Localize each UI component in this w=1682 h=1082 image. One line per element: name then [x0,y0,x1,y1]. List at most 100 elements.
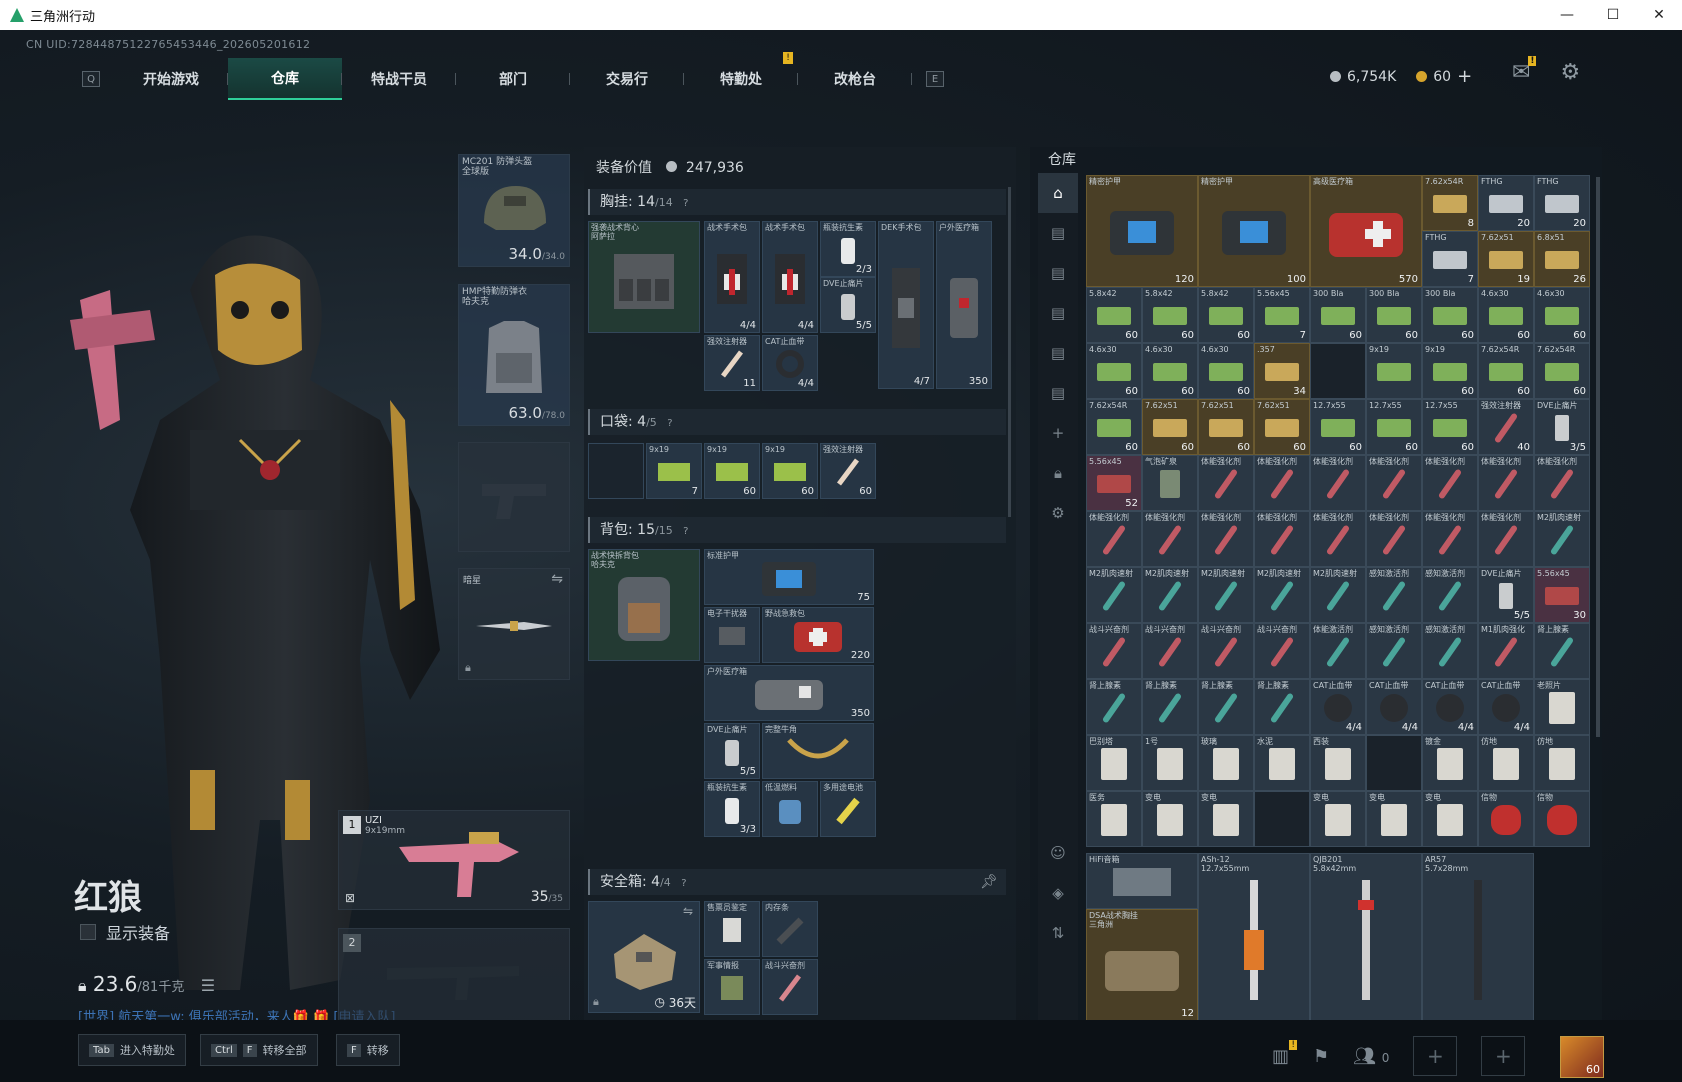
layers-icon[interactable]: ◈ [1038,873,1078,913]
warehouse-item[interactable]: 体能强化剂 [1478,511,1534,567]
warehouse-item[interactable]: 玻璃 [1198,735,1254,791]
storage-tab-icon[interactable]: ▤ [1038,213,1078,253]
warehouse-item[interactable]: 7.62x54R 60 [1086,399,1142,455]
warehouse-item[interactable]: 气泡矿泉 [1142,455,1198,511]
add-currency-button[interactable]: + [1457,66,1472,87]
warehouse-item[interactable]: M2肌肉速射 [1086,567,1142,623]
warehouse-item[interactable]: 西装 [1310,735,1366,791]
chest-item[interactable]: 战术手术包 4/4 [704,221,760,333]
warehouse-item[interactable]: 高级医疗箱 570 [1310,175,1422,287]
pocket-empty-slot[interactable] [588,443,644,499]
backpack-item[interactable]: 户外医疗箱 350 [704,665,874,721]
warehouse-item[interactable]: 7.62x54R 60 [1534,343,1590,399]
warehouse-item[interactable]: 7.62x51 19 [1478,231,1534,287]
primary-weapon-slot[interactable]: 1 UZI 9x19mm 35/35 ⊠ [338,810,570,910]
safebox-slot[interactable]: ⇋ 🔒︎ ◷ 36天 [588,901,700,1013]
warehouse-item[interactable]: FTHG 20 [1478,175,1534,231]
pin-icon[interactable]: 📌︎ [980,869,998,895]
chest-item[interactable]: DEK手术包 4/7 [878,221,934,389]
warehouse-empty-slot[interactable] [1310,343,1366,399]
warehouse-item[interactable]: 5.8x42 60 [1142,287,1198,343]
equipment-scrollbar[interactable] [1008,187,1011,517]
warehouse-item[interactable]: 感知激活剂 [1366,567,1422,623]
backpack-item[interactable]: DVE止痛片 5/5 [704,723,760,779]
armor-slot[interactable]: HMP特勤防弹衣 哈夫克 63.0/78.0 [458,284,570,426]
warehouse-item[interactable]: 强效注射器 40 [1478,399,1534,455]
chest-item[interactable]: DVE止痛片 5/5 [820,277,876,333]
safebox-item[interactable]: 售票员鉴定 [704,901,760,957]
help-icon[interactable]: ? [683,198,688,209]
warehouse-item[interactable]: 6.8x51 26 [1534,231,1590,287]
safebox-item[interactable]: 内存条 [762,901,818,957]
warehouse-item[interactable]: 7.62x51 60 [1254,399,1310,455]
storage-tab-icon[interactable]: ▤ [1038,293,1078,333]
chest-item[interactable]: 瓶装抗生素 2/3 [820,221,876,277]
safebox-item[interactable]: 战斗兴奋剂 [762,959,818,1015]
operator-icon[interactable]: ☺ [1038,833,1078,873]
backpack-item[interactable]: 多用途电池 [820,781,876,837]
chest-item[interactable]: CAT止血带 4/4 [762,335,818,391]
warehouse-item[interactable]: 镀金 [1422,735,1478,791]
warehouse-item[interactable]: 体能强化剂 [1366,455,1422,511]
storage-tab-icon[interactable]: ▤ [1038,333,1078,373]
warehouse-empty-slot[interactable] [1254,791,1310,847]
warehouse-item[interactable]: 肾上腺素 [1254,679,1310,735]
warehouse-item[interactable]: M2肌肉速射 [1142,567,1198,623]
transfer-button[interactable]: F 转移 [336,1034,400,1066]
warehouse-scrollbar[interactable] [1596,177,1600,737]
warehouse-item[interactable]: 肾上腺素 [1142,679,1198,735]
pistol-slot[interactable] [458,442,570,552]
warehouse-item[interactable]: 战斗兴奋剂 [1086,623,1142,679]
storage-tab-icon[interactable]: ▤ [1038,253,1078,293]
warehouse-item[interactable]: 7.62x54R 60 [1478,343,1534,399]
nav-prev-key[interactable]: Q [82,71,100,87]
lock-icon[interactable]: 🔒︎ [1038,453,1078,493]
warehouse-item[interactable]: .357 34 [1254,343,1310,399]
pocket-item[interactable]: 9x19 60 [762,443,818,499]
backpack-slot[interactable]: 战术快拆背包 哈夫克 [588,549,700,661]
warehouse-item[interactable]: 老照片 [1534,679,1590,735]
gear-icon[interactable]: ⚙ [1038,493,1078,533]
warehouse-item[interactable]: M2肌肉速射 [1254,567,1310,623]
tab-special-ops[interactable]: 特勤处 [684,58,798,100]
warehouse-item[interactable]: 体能强化剂 [1310,455,1366,511]
tab-operators[interactable]: 特战干员 [342,58,456,100]
warehouse-item[interactable]: 信物 [1478,791,1534,847]
warehouse-item[interactable]: 肾上腺素 [1198,679,1254,735]
backpack-item[interactable]: 野战急救包 220 [762,607,874,663]
pocket-item[interactable]: 9x19 7 [646,443,702,499]
warehouse-item[interactable]: M2肌肉速射 [1310,567,1366,623]
pocket-item[interactable]: 9x19 60 [704,443,760,499]
warehouse-item[interactable]: 变电 [1310,791,1366,847]
stats-icon[interactable]: ▥! [1272,1039,1298,1067]
warehouse-item[interactable]: 7.62x54R 8 [1422,175,1478,231]
tab-department[interactable]: 部门 [456,58,570,100]
warehouse-item[interactable]: 4.6x30 60 [1478,287,1534,343]
warehouse-item[interactable]: 300 Bla 60 [1310,287,1366,343]
warehouse-item[interactable]: QJB201 5.8x42mm [1310,853,1422,1021]
warehouse-item[interactable]: 300 Bla 60 [1422,287,1478,343]
maximize-button[interactable]: ☐ [1590,0,1636,30]
warehouse-item[interactable]: DVE止痛片 3/5 [1534,399,1590,455]
backpack-item[interactable]: 低温燃料 [762,781,818,837]
safebox-item[interactable]: 军事情报 [704,959,760,1015]
warehouse-item[interactable]: 5.56x45 52 [1086,455,1142,511]
warehouse-empty-slot[interactable] [1366,735,1422,791]
warehouse-item[interactable]: 体能强化剂 [1422,455,1478,511]
warehouse-item[interactable]: CAT止血带 4/4 [1478,679,1534,735]
warehouse-item[interactable]: 1号 [1142,735,1198,791]
warehouse-item[interactable]: 体能强化剂 [1142,511,1198,567]
chest-item[interactable]: 战术手术包 4/4 [762,221,818,333]
warehouse-item[interactable]: 巴别塔 [1086,735,1142,791]
warehouse-item[interactable]: M2肌肉速射 [1534,511,1590,567]
swap-icon[interactable]: ⇋ [551,571,563,587]
warehouse-item[interactable]: 体能强化剂 [1310,511,1366,567]
tab-trade[interactable]: 交易行 [570,58,684,100]
warehouse-item[interactable]: 300 Bla 60 [1366,287,1422,343]
tab-gunsmith[interactable]: 改枪台 [798,58,912,100]
unequip-icon[interactable]: ⊠ [345,891,355,905]
warehouse-item[interactable]: 体能强化剂 [1366,511,1422,567]
warehouse-item[interactable]: 体能强化剂 [1254,511,1310,567]
enter-special-ops-button[interactable]: Tab 进入特勤处 [78,1034,186,1066]
warehouse-item[interactable]: 感知激活剂 [1422,623,1478,679]
